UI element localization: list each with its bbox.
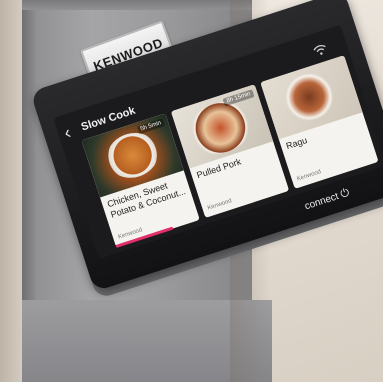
- food-plate: [182, 94, 259, 162]
- food-plate: [275, 66, 343, 128]
- chevron-left-icon[interactable]: ‹: [61, 122, 73, 144]
- wifi-icon: [312, 42, 330, 61]
- background-left: [0, 0, 22, 382]
- food-plate: [101, 126, 165, 185]
- recipe-source: Kenwood: [296, 169, 322, 183]
- recipe-source: Kenwood: [206, 198, 233, 212]
- scene: KENWOOD ‹ Slow Cook 5h 5min Chicken, Swe: [0, 0, 383, 382]
